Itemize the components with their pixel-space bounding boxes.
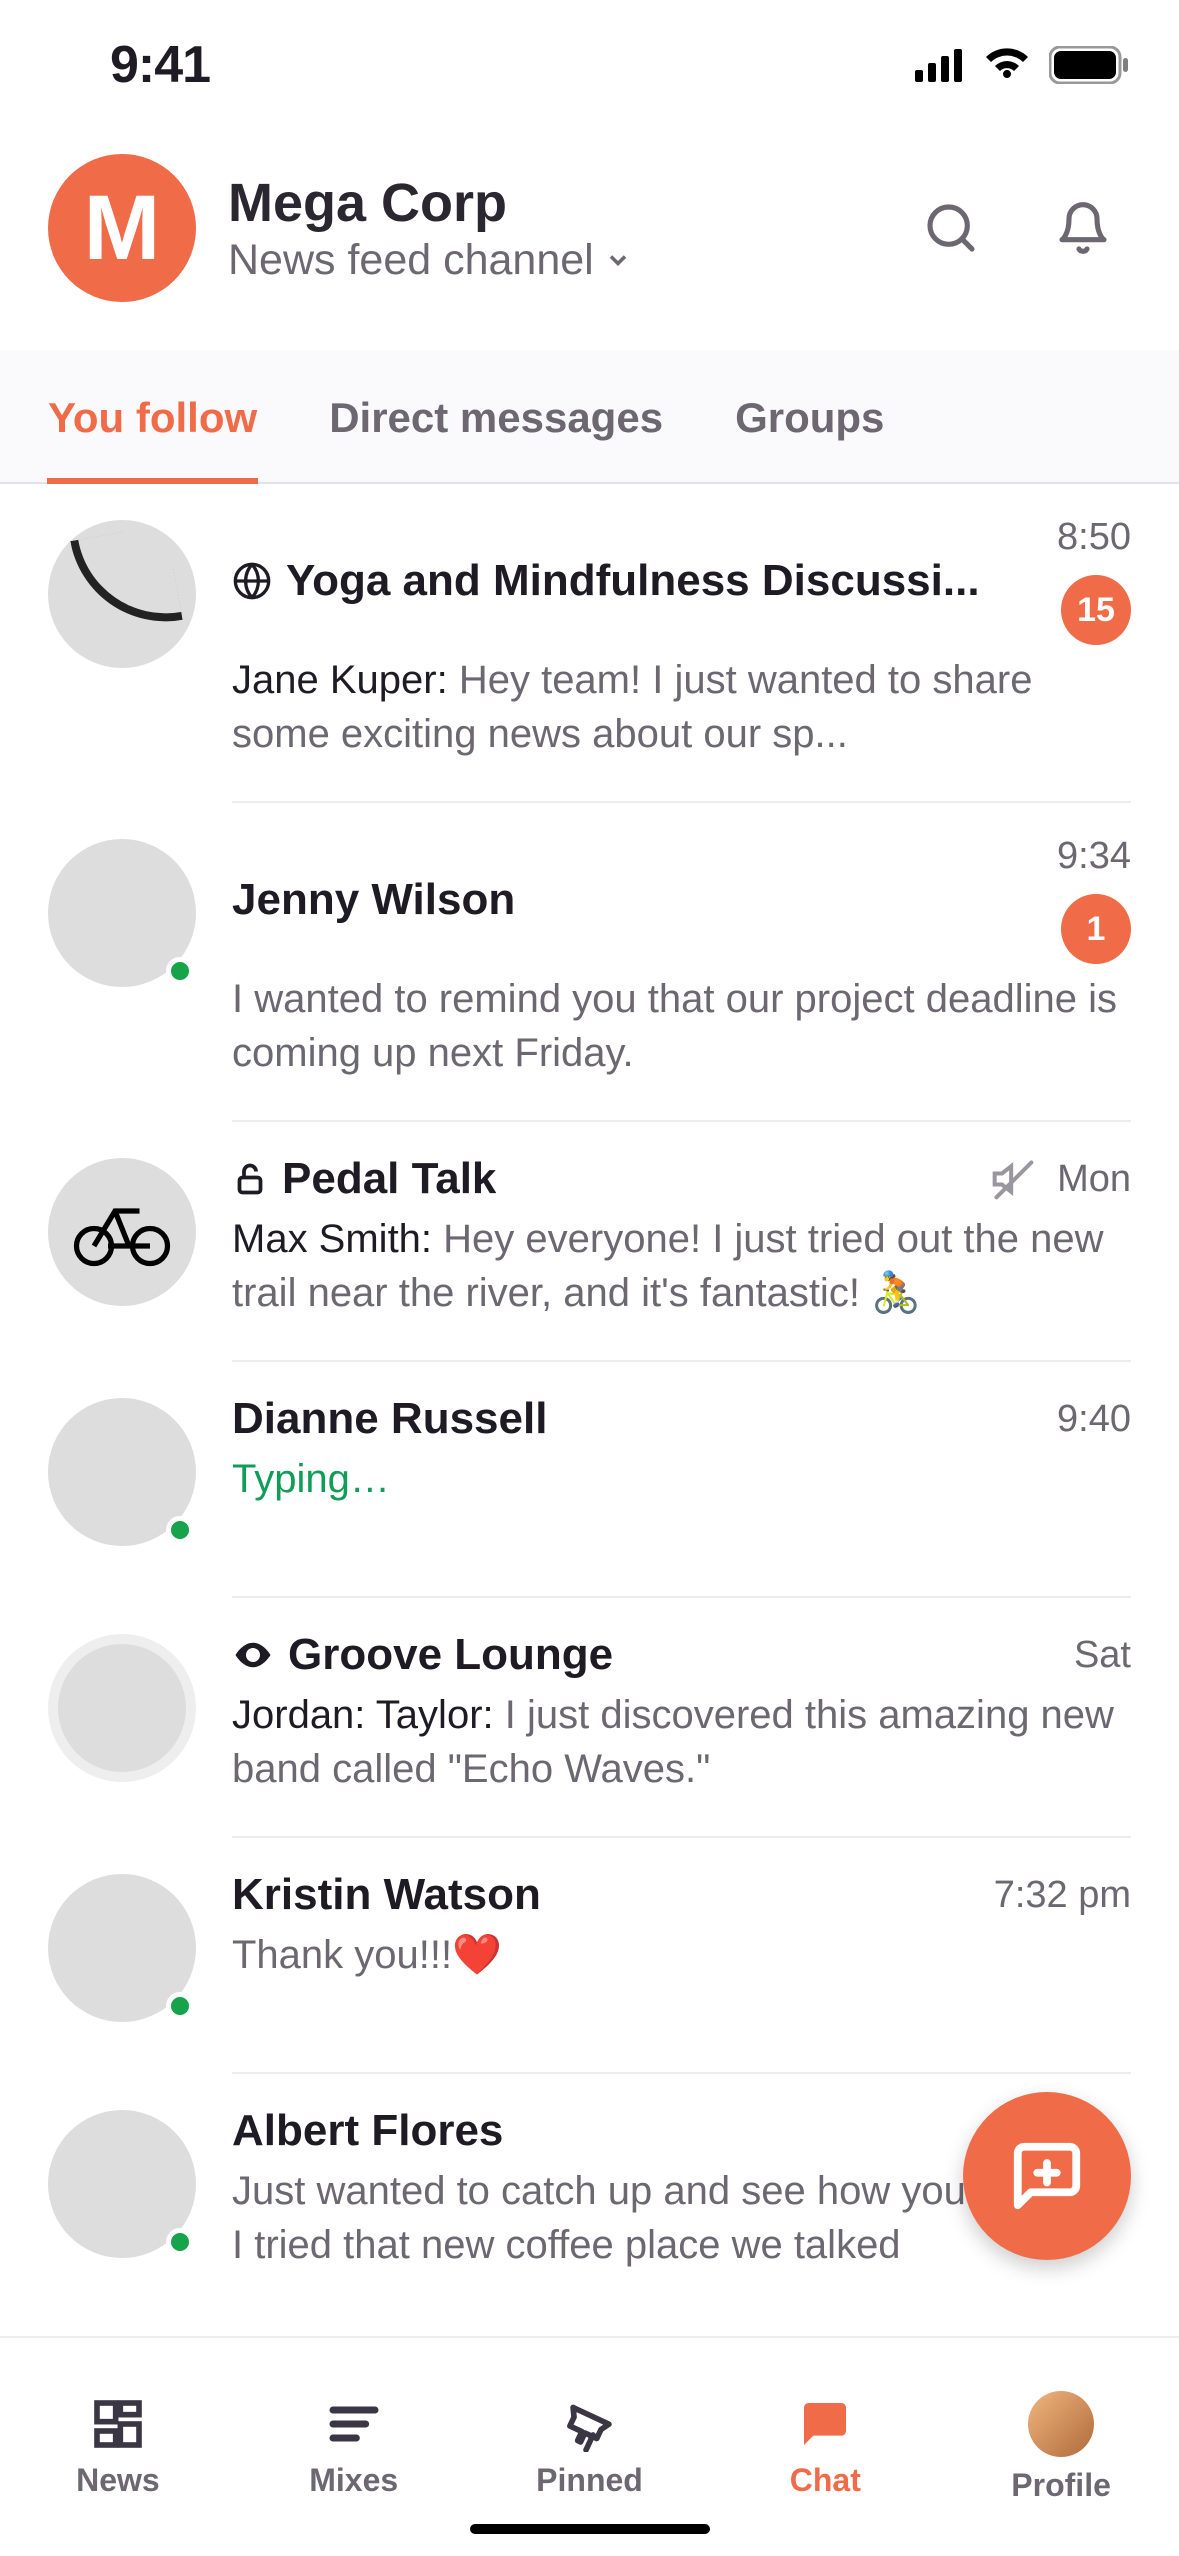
unread-badge: 15 bbox=[1061, 575, 1131, 645]
status-bar: 9:41 bbox=[0, 0, 1179, 130]
nav-mixes[interactable]: Mixes bbox=[236, 2338, 472, 2556]
conversation-row[interactable]: Jenny Wilson 9:34 1 I wanted to remind y… bbox=[0, 803, 1179, 1122]
workspace-info[interactable]: Mega Corp News feed channel bbox=[228, 172, 921, 285]
nav-profile[interactable]: Profile bbox=[943, 2338, 1179, 2556]
nav-news[interactable]: News bbox=[0, 2338, 236, 2556]
eye-icon bbox=[232, 1634, 274, 1676]
workspace-title: Mega Corp bbox=[228, 172, 921, 234]
workspace-initial: M bbox=[84, 176, 161, 281]
muted-icon bbox=[991, 1157, 1035, 1201]
lock-icon bbox=[232, 1161, 268, 1197]
battery-icon bbox=[1049, 46, 1129, 84]
status-icons bbox=[915, 46, 1129, 84]
timestamp: 7:32 pm bbox=[994, 1874, 1131, 1917]
presence-indicator bbox=[166, 2228, 194, 2256]
new-chat-button[interactable] bbox=[963, 2092, 1131, 2260]
message-preview: Jordan: Taylor: I just discovered this a… bbox=[232, 1688, 1131, 1796]
status-time: 9:41 bbox=[110, 35, 210, 95]
filter-tabs: You follow Direct messages Groups bbox=[0, 350, 1179, 484]
search-button[interactable] bbox=[921, 198, 981, 258]
nav-label: Pinned bbox=[536, 2462, 643, 2499]
notifications-button[interactable] bbox=[1053, 198, 1113, 258]
search-icon bbox=[923, 200, 979, 256]
conversation-row[interactable]: Kristin Watson 7:32 pm Thank you!!!❤️ bbox=[0, 1838, 1179, 2074]
message-preview: Jane Kuper: Hey team! I just wanted to s… bbox=[232, 653, 1131, 761]
presence-indicator bbox=[166, 957, 194, 985]
workspace-subtitle-row: News feed channel bbox=[228, 236, 921, 285]
chat-icon bbox=[797, 2396, 853, 2452]
timestamp: Mon bbox=[1057, 1158, 1131, 1201]
nav-label: Mixes bbox=[309, 2462, 398, 2499]
avatar bbox=[48, 839, 196, 987]
bottom-nav: News Mixes Pinned Chat Profile bbox=[0, 2336, 1179, 2556]
conversation-title: Yoga and Mindfulness Discussi... bbox=[286, 556, 980, 606]
conversation-title: Dianne Russell bbox=[232, 1394, 547, 1444]
cellular-icon bbox=[915, 48, 965, 82]
nav-chat[interactable]: Chat bbox=[707, 2338, 943, 2556]
workspace-subtitle: News feed channel bbox=[228, 236, 594, 285]
tab-direct-messages[interactable]: Direct messages bbox=[329, 350, 663, 482]
bicycle-icon bbox=[67, 1197, 177, 1267]
new-chat-icon bbox=[1008, 2137, 1086, 2215]
workspace-avatar[interactable]: M bbox=[48, 154, 196, 302]
avatar bbox=[48, 1634, 196, 1782]
tab-groups[interactable]: Groups bbox=[735, 350, 884, 482]
conversation-title: Kristin Watson bbox=[232, 1870, 541, 1920]
chevron-down-icon bbox=[604, 246, 632, 274]
nav-label: Chat bbox=[790, 2462, 861, 2499]
sender-name: Jordan: Taylor: bbox=[232, 1693, 494, 1737]
avatar bbox=[48, 1398, 196, 1546]
pin-icon bbox=[561, 2396, 617, 2452]
presence-indicator bbox=[166, 1992, 194, 2020]
conversation-title: Jenny Wilson bbox=[232, 875, 515, 925]
timestamp: Sat bbox=[1074, 1634, 1131, 1677]
conversation-row[interactable]: Dianne Russell 9:40 Typing… bbox=[0, 1362, 1179, 1598]
bell-icon bbox=[1055, 200, 1111, 256]
conversation-row[interactable]: Groove Lounge Sat Jordan: Taylor: I just… bbox=[0, 1598, 1179, 1838]
sender-name: Jane Kuper: bbox=[232, 658, 448, 702]
sender-name: Max Smith: bbox=[232, 1217, 432, 1261]
nav-label: News bbox=[76, 2462, 160, 2499]
typing-indicator: Typing… bbox=[232, 1452, 1131, 1506]
message-preview: Thank you!!!❤️ bbox=[232, 1928, 1131, 1982]
timestamp: 9:40 bbox=[1057, 1398, 1131, 1441]
message-preview: Max Smith: Hey everyone! I just tried ou… bbox=[232, 1212, 1131, 1320]
timestamp: 8:50 bbox=[1057, 516, 1131, 559]
conversation-row[interactable]: Yoga and Mindfulness Discussi... 8:50 15… bbox=[0, 484, 1179, 803]
home-indicator bbox=[470, 2524, 710, 2534]
mixes-icon bbox=[326, 2396, 382, 2452]
conversation-title: Groove Lounge bbox=[288, 1630, 613, 1680]
app-header: M Mega Corp News feed channel bbox=[0, 130, 1179, 350]
news-icon bbox=[90, 2396, 146, 2452]
conversation-list: Yoga and Mindfulness Discussi... 8:50 15… bbox=[0, 484, 1179, 2336]
wifi-icon bbox=[983, 48, 1031, 82]
presence-indicator bbox=[166, 1516, 194, 1544]
message-preview: I wanted to remind you that our project … bbox=[232, 972, 1131, 1080]
avatar bbox=[48, 1158, 196, 1306]
tab-you-follow[interactable]: You follow bbox=[48, 350, 257, 482]
timestamp: 9:34 bbox=[1057, 835, 1131, 878]
profile-avatar-icon bbox=[1028, 2391, 1094, 2457]
conversation-title: Albert Flores bbox=[232, 2106, 503, 2156]
globe-icon bbox=[232, 561, 272, 601]
conversation-row[interactable]: Pedal Talk Mon Max Smith: Hey everyone! … bbox=[0, 1122, 1179, 1362]
avatar bbox=[48, 1874, 196, 2022]
conversation-title: Pedal Talk bbox=[282, 1154, 496, 1204]
avatar bbox=[48, 520, 196, 668]
avatar bbox=[48, 2110, 196, 2258]
nav-label: Profile bbox=[1011, 2467, 1111, 2504]
unread-badge: 1 bbox=[1061, 894, 1131, 964]
